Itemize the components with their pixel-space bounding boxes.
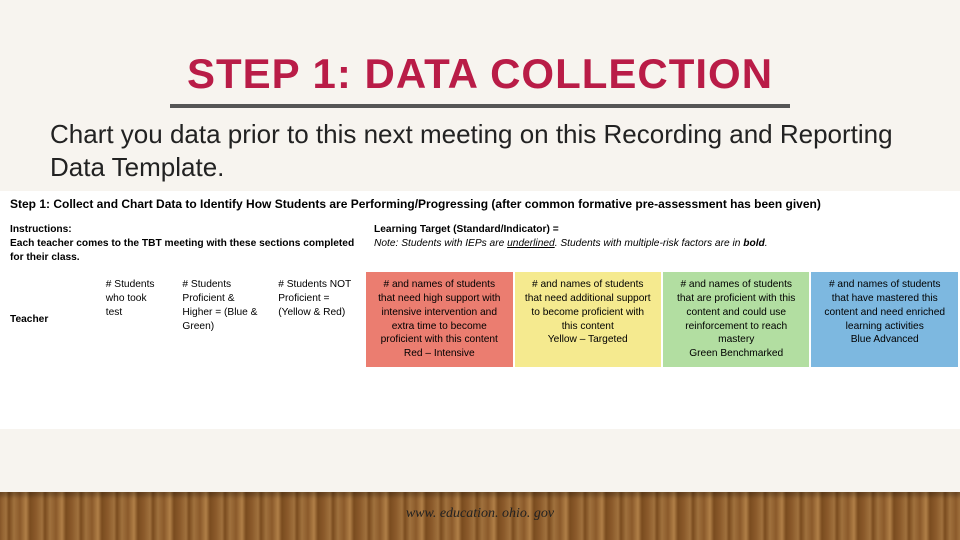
instructions-label: Instructions: xyxy=(10,223,356,237)
learning-target-cell: Learning Target (Standard/Indicator) = N… xyxy=(365,216,959,271)
data-cell xyxy=(97,368,174,428)
note-bold: bold xyxy=(743,238,765,249)
instructions-text: Each teacher comes to the TBT meeting wi… xyxy=(10,237,356,265)
template-table: Instructions: Each teacher comes to the … xyxy=(0,215,960,429)
category-yellow: # and names of students that need additi… xyxy=(514,271,662,368)
data-cell xyxy=(662,368,810,428)
category-red: # and names of students that need high s… xyxy=(365,271,513,368)
note-underlined: underlined xyxy=(507,238,555,249)
note-text: Note: Students with IEPs are underlined.… xyxy=(374,237,950,251)
title-underline xyxy=(170,104,790,108)
col-students-took-test: # Students who took test xyxy=(97,271,174,368)
category-green: # and names of students that are profici… xyxy=(662,271,810,368)
data-cell xyxy=(1,368,97,428)
data-cell xyxy=(810,368,959,428)
data-cell xyxy=(173,368,269,428)
slide-subtitle: Chart you data prior to this next meetin… xyxy=(0,118,960,191)
note-mid2: . Students with multiple-risk factors ar… xyxy=(555,238,744,249)
learning-target-label: Learning Target (Standard/Indicator) = xyxy=(374,223,950,237)
note-end: . xyxy=(765,238,768,249)
data-template: Step 1: Collect and Chart Data to Identi… xyxy=(0,191,960,429)
teacher-label: Teacher xyxy=(1,271,97,368)
data-cell xyxy=(514,368,662,428)
category-blue: # and names of students that have master… xyxy=(810,271,959,368)
note-mid1: Students with IEPs are xyxy=(398,238,507,249)
col-proficient: # Students Proficient & Higher = (Blue &… xyxy=(173,271,269,368)
instructions-cell: Instructions: Each teacher comes to the … xyxy=(1,216,365,271)
data-cell xyxy=(365,368,513,428)
data-cell xyxy=(269,368,365,428)
slide-title: STEP 1: DATA COLLECTION xyxy=(0,50,960,98)
footer-url: www. education. ohio. gov xyxy=(0,506,960,522)
template-step-heading: Step 1: Collect and Chart Data to Identi… xyxy=(0,191,960,215)
note-prefix: Note: xyxy=(374,238,398,249)
col-not-proficient: # Students NOT Proficient = (Yellow & Re… xyxy=(269,271,365,368)
